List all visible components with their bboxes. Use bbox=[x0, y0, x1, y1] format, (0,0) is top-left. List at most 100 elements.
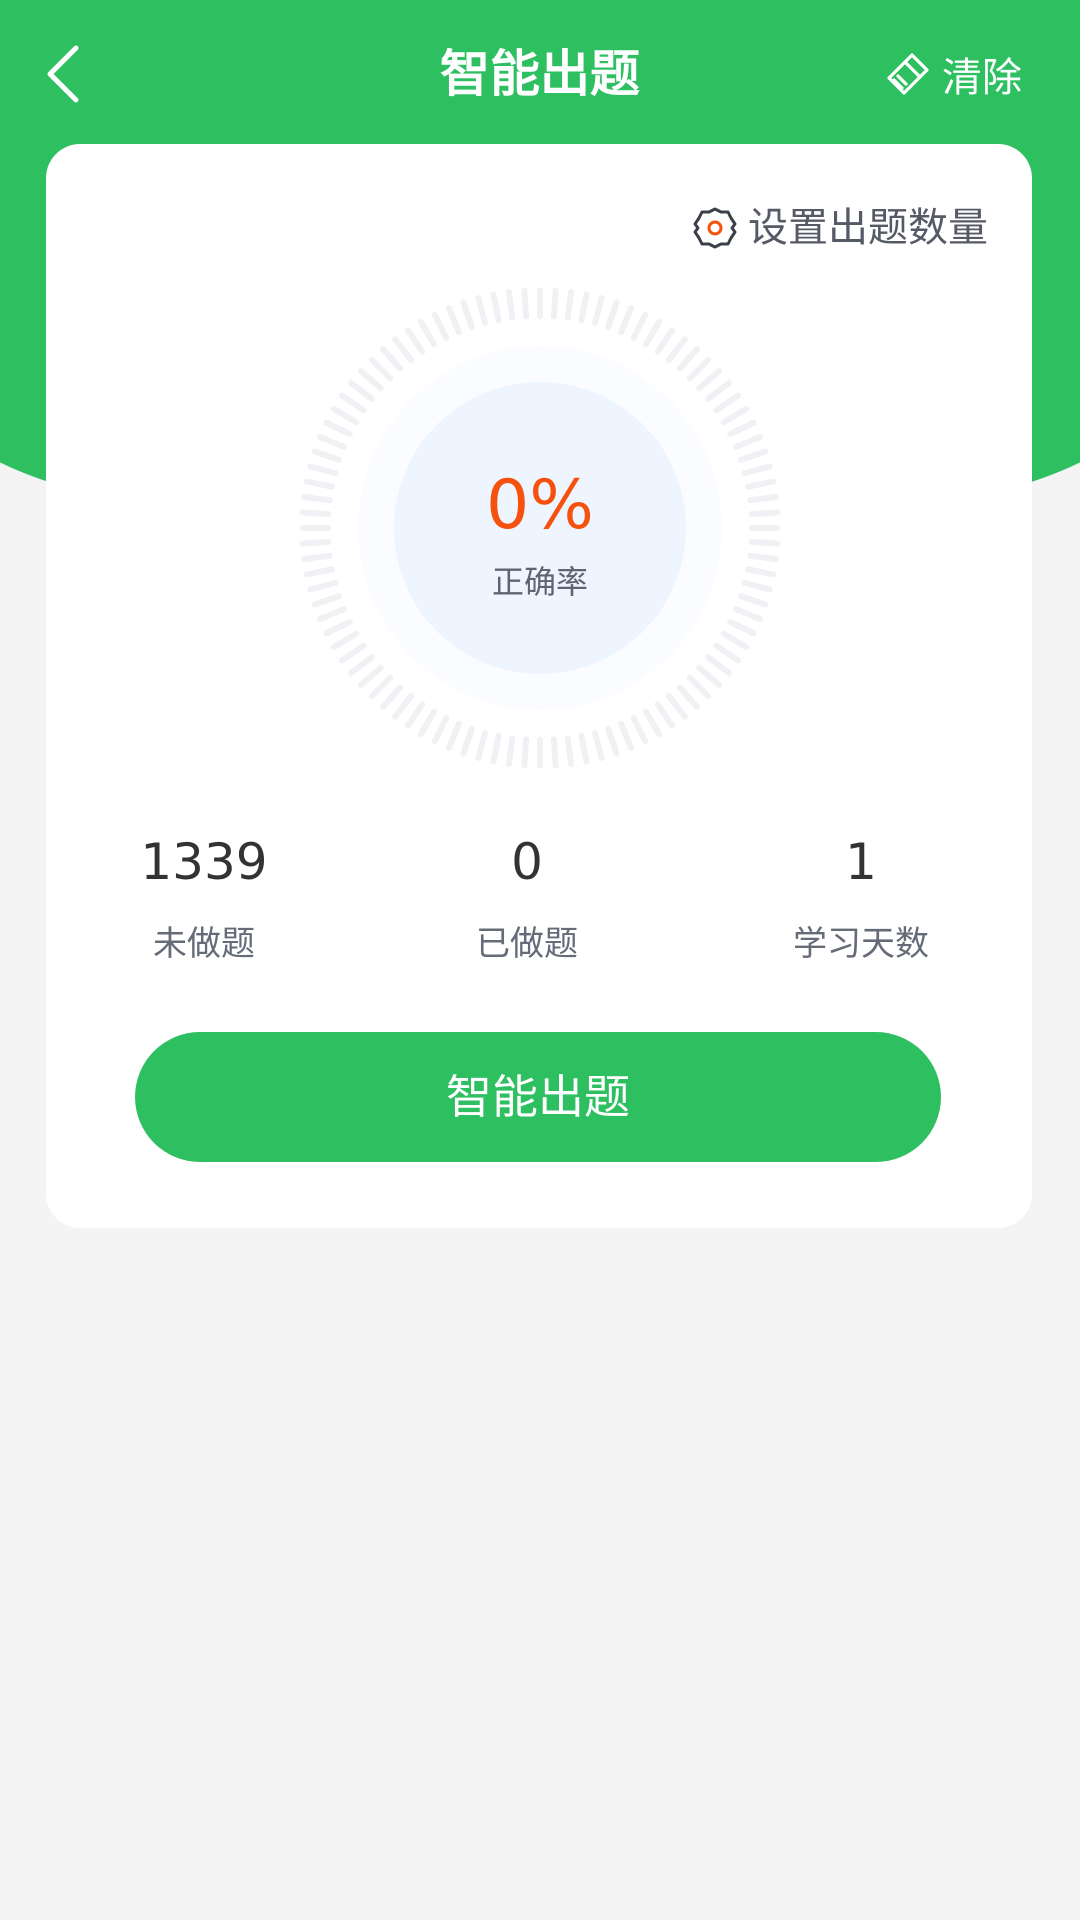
stat-done: 0 已做题 bbox=[397, 830, 657, 968]
set-question-count-button[interactable]: 设置出题数量 bbox=[692, 200, 988, 256]
dial-tick bbox=[696, 664, 722, 688]
dial-tick bbox=[747, 493, 779, 504]
dial-tick bbox=[445, 305, 462, 336]
dial-tick bbox=[591, 295, 605, 327]
dial-tick bbox=[605, 725, 620, 757]
dial-tick bbox=[317, 606, 348, 623]
dial-tick bbox=[705, 380, 732, 402]
dial-tick bbox=[380, 346, 404, 372]
dial-tick bbox=[705, 654, 732, 676]
stat-study-days-label: 学习天数 bbox=[793, 924, 929, 964]
dial-tick bbox=[747, 552, 779, 563]
stat-study-days-value: 1 bbox=[845, 833, 877, 891]
dial-tick bbox=[368, 356, 394, 382]
dial-tick bbox=[392, 693, 414, 720]
dial-tick bbox=[475, 729, 489, 761]
dial-tick bbox=[301, 493, 333, 504]
gear-icon bbox=[693, 207, 737, 249]
dial-tick bbox=[720, 631, 750, 650]
dial-tick bbox=[303, 566, 336, 578]
dial-tick bbox=[418, 708, 437, 738]
dial-tick bbox=[418, 318, 437, 348]
dial-tick bbox=[654, 327, 676, 355]
accuracy-label: 正确率 bbox=[491, 563, 588, 601]
stat-done-value: 0 bbox=[511, 833, 543, 891]
dial-tick bbox=[741, 463, 773, 477]
dial-tick bbox=[727, 618, 757, 637]
dial-tick bbox=[475, 295, 489, 327]
dial-tick bbox=[578, 291, 590, 324]
dial-tick bbox=[630, 311, 649, 341]
dial-tick bbox=[618, 305, 635, 336]
dial-tick bbox=[676, 346, 700, 372]
stats-card: 设置出题数量 0% 正确率 1339 未做题 0 已做题 1 学习天数 智能出题 bbox=[46, 144, 1032, 1228]
dial-tick bbox=[564, 289, 575, 321]
dial-tick bbox=[686, 356, 712, 382]
dial-tick bbox=[317, 433, 348, 450]
dial-tick bbox=[307, 579, 339, 593]
set-question-count-label: 设置出题数量 bbox=[748, 205, 988, 251]
dial-tick bbox=[311, 593, 343, 608]
dial-tick bbox=[578, 732, 590, 765]
dial-tick bbox=[392, 336, 414, 363]
dial-tick bbox=[550, 736, 559, 768]
dial-tick bbox=[605, 299, 620, 331]
dial-tick bbox=[676, 684, 700, 710]
dial-tick bbox=[666, 336, 688, 363]
dial-tick bbox=[550, 288, 559, 320]
dial-tick bbox=[737, 448, 769, 463]
dial-tick bbox=[431, 715, 450, 745]
dial-tick bbox=[490, 732, 502, 765]
dial-tick bbox=[358, 664, 384, 688]
dial-tick bbox=[460, 725, 475, 757]
dial-tick bbox=[330, 406, 360, 425]
dial-tick bbox=[490, 291, 502, 324]
eraser-icon bbox=[887, 53, 929, 95]
dial-tick bbox=[348, 380, 375, 402]
dial-tick bbox=[311, 448, 343, 463]
dial-tick bbox=[301, 552, 333, 563]
dial-tick bbox=[307, 463, 339, 477]
dial-tick bbox=[748, 538, 780, 547]
dial-tick bbox=[323, 618, 353, 637]
dial-tick bbox=[696, 368, 722, 392]
dial-tick bbox=[300, 538, 332, 547]
stat-study-days: 1 学习天数 bbox=[731, 830, 991, 968]
dial-tick bbox=[460, 299, 475, 331]
dial-tick bbox=[666, 693, 688, 720]
dial-tick bbox=[741, 579, 773, 593]
dial-tick bbox=[521, 736, 530, 768]
dial-tick bbox=[521, 288, 530, 320]
accuracy-value: 0% bbox=[486, 466, 594, 545]
dial-tick bbox=[713, 642, 741, 664]
dial-tick bbox=[737, 593, 769, 608]
dial-tick bbox=[654, 701, 676, 729]
stat-undone: 1339 未做题 bbox=[74, 830, 334, 968]
stat-undone-label: 未做题 bbox=[153, 924, 255, 964]
dial-tick bbox=[380, 684, 404, 710]
clear-label: 清除 bbox=[942, 55, 1022, 101]
dial-tick bbox=[744, 478, 777, 490]
dial-tick bbox=[505, 735, 516, 767]
dial-tick bbox=[505, 289, 516, 321]
dial-tick bbox=[564, 735, 575, 767]
dial-tick bbox=[339, 392, 367, 414]
dial-tick bbox=[358, 368, 384, 392]
dial-tick bbox=[591, 729, 605, 761]
dial-tick bbox=[643, 318, 662, 348]
dial-tick bbox=[404, 701, 426, 729]
clear-button[interactable]: 清除 bbox=[886, 42, 1022, 106]
dial-tick bbox=[748, 509, 780, 518]
smart-quiz-button[interactable]: 智能出题 bbox=[135, 1032, 941, 1162]
dial-tick bbox=[630, 715, 649, 745]
dial-tick bbox=[303, 478, 336, 490]
dial-tick bbox=[431, 311, 450, 341]
dial-tick bbox=[323, 419, 353, 438]
dial-tick bbox=[348, 654, 375, 676]
dial-tick bbox=[445, 720, 462, 751]
dial-tick bbox=[713, 392, 741, 414]
dial-tick bbox=[643, 708, 662, 738]
dial-tick bbox=[744, 566, 777, 578]
dial-tick bbox=[330, 631, 360, 650]
dial-tick bbox=[686, 674, 712, 700]
